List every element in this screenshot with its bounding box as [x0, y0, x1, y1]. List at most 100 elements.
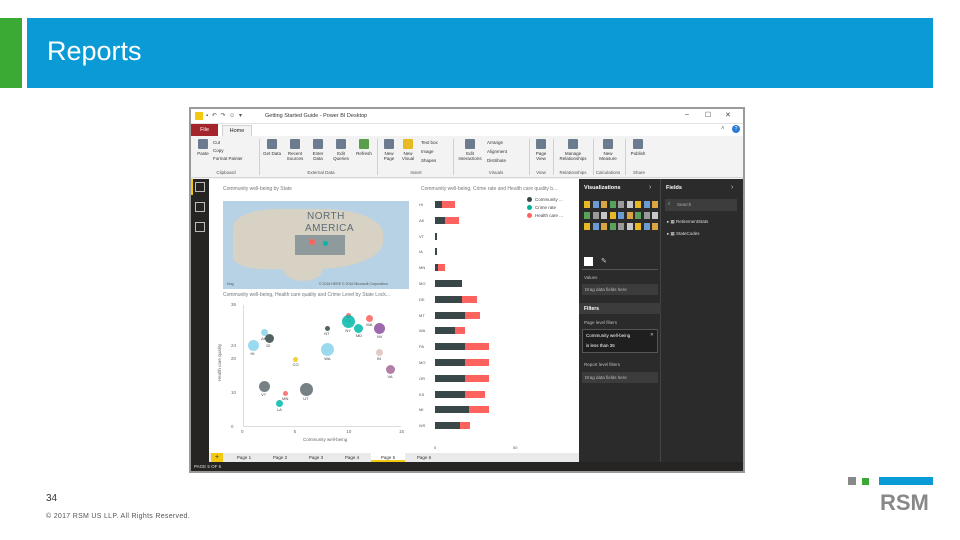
help-icon[interactable]: ? [732, 125, 740, 133]
bar-segment [465, 374, 489, 382]
visual-type-icon[interactable] [592, 212, 599, 219]
page-tab[interactable]: Page 2 [263, 453, 297, 462]
fields-search-input[interactable]: ⌕ Search [665, 199, 737, 211]
arrange-button[interactable]: Arrange [487, 140, 503, 145]
image-button[interactable]: Image [421, 149, 434, 154]
visual-type-icon[interactable] [643, 201, 650, 208]
scatter-point-label: VT [261, 391, 267, 397]
copy-button[interactable]: Copy [213, 148, 224, 153]
publish-button[interactable]: Publish [628, 139, 648, 156]
visual-type-icon[interactable] [609, 212, 616, 219]
alignment-button[interactable]: Alignment [487, 149, 507, 154]
bar-category-label: WS [419, 423, 426, 429]
visual-type-icon[interactable] [618, 223, 624, 230]
relationships-view-icon[interactable] [195, 222, 205, 232]
visual-type-icon[interactable] [618, 212, 624, 219]
page-tab[interactable]: Page 4 [335, 453, 369, 462]
values-placeholder: Drag data fields here [585, 287, 627, 292]
tab-home[interactable]: Home [222, 125, 252, 136]
visual-type-icon[interactable] [601, 223, 607, 230]
text-box-button[interactable]: Text box [421, 140, 438, 145]
minimize-icon[interactable]: – [685, 111, 689, 118]
legend-marker [527, 197, 532, 202]
visual-type-icon[interactable] [652, 223, 658, 230]
page-tab[interactable]: Page 1 [227, 453, 261, 462]
visual-type-icon[interactable] [652, 201, 658, 208]
chevron-right-icon[interactable]: › [731, 184, 733, 191]
table-item[interactable]: ▸ ▦ StateCodes [667, 231, 700, 237]
visual-type-icon[interactable] [635, 201, 641, 208]
visual-type-icon[interactable] [609, 201, 616, 208]
report-view-icon[interactable] [195, 182, 205, 192]
header-accent-bar [0, 18, 22, 88]
visual-type-icon[interactable] [584, 212, 590, 219]
shapes-button[interactable]: Shapes [421, 158, 436, 163]
visual-type-icon[interactable] [584, 201, 590, 208]
data-view-icon[interactable] [195, 202, 205, 212]
bar-segment [435, 374, 466, 382]
x-tick-label: 15 [399, 429, 405, 434]
values-well[interactable]: Drag data fields here [582, 284, 658, 295]
close-icon[interactable]: ✕ [725, 111, 731, 119]
scatter-point-label: MA [366, 322, 373, 328]
visual-type-icon[interactable] [601, 212, 607, 219]
bar-segment [468, 406, 489, 414]
maximize-icon[interactable]: ☐ [705, 111, 711, 119]
refresh-button[interactable]: Refresh [353, 139, 375, 156]
visual-type-icon[interactable] [601, 201, 607, 208]
edit-queries-button[interactable]: Edit Queries [331, 139, 351, 161]
visual-type-icon[interactable] [626, 223, 633, 230]
enter-data-button[interactable]: Enter Data [309, 139, 327, 161]
filters-title: Filters [584, 306, 600, 312]
visual-type-icon[interactable] [626, 201, 633, 208]
manage-relationships-button[interactable]: Manage Relationships [557, 139, 589, 161]
edit-interactions-button[interactable]: Edit Interactions [457, 139, 483, 161]
bar-category-label: HI [419, 202, 423, 207]
quick-access-icons[interactable]: ▪ ↶ ↷ ☺ ▾ [206, 112, 243, 119]
fields-title: Fields [666, 185, 682, 191]
cut-button[interactable]: Cut [213, 140, 220, 145]
page-tab[interactable]: Page 3 [299, 453, 333, 462]
paste-button[interactable]: Paste [195, 139, 211, 156]
scatter-visual[interactable]: 0 5 10 15 0 10 20 24 36 Community well-being Healt… [217, 299, 409, 449]
format-brush-icon[interactable]: ✎ [601, 257, 607, 265]
bar-chart-visual[interactable]: HI AK VT IA MN MO DE MT WA PA MO OR KS MI WS 0 50 [419, 197, 519, 453]
visual-type-icon[interactable] [609, 223, 616, 230]
report-filters-well[interactable]: Drag data fields here [582, 372, 658, 383]
map-visual[interactable]: NORTH AMERICA bing © 2016 HERE © 2016 Mi… [223, 201, 409, 289]
tab-file[interactable]: File [191, 124, 218, 136]
new-visual-button[interactable]: New Visual [400, 139, 416, 161]
page-view-button[interactable]: Page View [532, 139, 550, 161]
fields-well-icon[interactable] [584, 257, 593, 266]
chevron-right-icon[interactable]: › [649, 184, 651, 191]
visual-type-icon[interactable] [626, 212, 633, 219]
visual-type-icon[interactable] [643, 212, 650, 219]
status-bar: PAGE 5 OF 6 [191, 462, 743, 471]
distribute-button[interactable]: Distribute [487, 158, 506, 163]
visual-type-icon[interactable] [592, 223, 599, 230]
visual-type-icon[interactable] [635, 212, 641, 219]
format-painter-button[interactable]: Format Painter [213, 156, 243, 161]
visual-type-icon[interactable] [592, 201, 599, 208]
table-item[interactable]: ▸ ▦ RetirementStats [667, 219, 708, 225]
get-data-button[interactable]: Get Data [263, 139, 281, 156]
report-filters-label: Report level filters [584, 362, 621, 367]
bar-category-label: DE [419, 296, 425, 302]
new-page-button[interactable]: New Page [381, 139, 397, 161]
visual-type-icon[interactable] [635, 223, 641, 230]
visual-type-icon[interactable] [652, 212, 658, 219]
power-bi-screenshot: ▪ ↶ ↷ ☺ ▾ Getting Started Guide - Power … [189, 107, 745, 473]
visual-type-icon[interactable] [618, 201, 624, 208]
page-tab[interactable]: Page 6 [407, 453, 441, 462]
visual-type-icon[interactable] [584, 223, 590, 230]
add-page-button[interactable]: + [211, 453, 223, 462]
new-measure-button[interactable]: New Measure [596, 139, 620, 161]
visual-type-icon[interactable] [643, 223, 650, 230]
report-filters-placeholder: Drag data fields here [585, 375, 627, 380]
filter-card[interactable]: Community well-being ✕ is less than 36 [582, 329, 658, 353]
window-titlebar: ▪ ↶ ↷ ☺ ▾ Getting Started Guide - Power … [191, 109, 743, 124]
page-tab[interactable]: Page 5 [371, 453, 405, 462]
ribbon-collapse-icon[interactable]: ˄ [721, 126, 725, 132]
recent-sources-button[interactable]: Recent Sources [284, 139, 306, 161]
remove-filter-icon[interactable]: ✕ [650, 332, 654, 338]
